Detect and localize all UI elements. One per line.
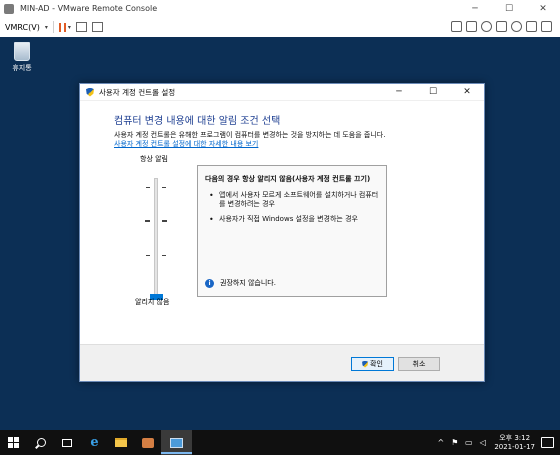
vmrc-maximize-button[interactable]: ☐ [492, 0, 526, 17]
vmrc-menu-button[interactable]: VMRC(V) ▾ [5, 23, 48, 32]
send-ctrl-alt-del-icon[interactable] [75, 22, 87, 32]
tray-overflow-chevron-icon[interactable]: ^ [436, 438, 445, 447]
panel-bullet-list: 앱에서 사용자 모르게 소프트웨어를 설치하거나 컴퓨터를 변경하려는 경우 사… [205, 191, 381, 230]
slider-top-label: 항상 알림 [140, 155, 168, 163]
pause-dropdown-icon[interactable]: ▾ [68, 24, 71, 31]
uac-settings-dialog: 사용자 계정 컨트롤 설정 ─ ☐ ✕ 컴퓨터 변경 내용에 대한 알림 조건 … [79, 83, 485, 382]
uac-shield-icon [362, 360, 369, 368]
clock-date: 2021-01-17 [494, 442, 535, 451]
task-view-icon [61, 438, 72, 447]
windows-logo-icon [8, 443, 13, 448]
pause-icon[interactable] [58, 22, 66, 32]
control-panel-icon [170, 437, 183, 448]
clock-time: 오후 3:12 [499, 433, 531, 442]
start-button[interactable] [8, 437, 19, 448]
fullscreen-icon[interactable] [91, 22, 103, 32]
internet-explorer-icon: e [90, 435, 99, 450]
search-icon [37, 438, 46, 447]
windows-logo-icon [14, 437, 19, 442]
windows-logo-icon [14, 443, 19, 448]
display-device-icon[interactable] [526, 21, 537, 32]
vmrc-titlebar: MIN-AD - VMware Remote Console ─ ☐ ✕ [0, 0, 560, 18]
cancel-button[interactable]: 취소 [398, 357, 440, 371]
vmrc-menu-label: VMRC(V) [5, 22, 40, 32]
slider-tick [162, 187, 166, 188]
network-icon[interactable]: ▭ [464, 438, 473, 447]
vmrc-minimize-button[interactable]: ─ [458, 0, 492, 17]
network-device-icon[interactable] [511, 21, 522, 32]
taskbar-clock[interactable]: 오후 3:12 2021-01-17 [494, 434, 535, 452]
vmrc-toolbar: VMRC(V) ▾ ▾ [0, 17, 560, 38]
active-task-indicator [161, 452, 192, 454]
panel-heading: 다음의 경우 항상 알리지 않음(사용자 계정 컨트롤 끄기) [205, 175, 371, 183]
folder-icon [114, 438, 127, 447]
recommendation-row: i 권장하지 않습니다. [205, 278, 276, 288]
connect-device-icon[interactable] [541, 21, 552, 32]
usb-device-icon[interactable] [496, 21, 507, 32]
notification-slider[interactable]: 항상 알림 알리지 않음 [114, 154, 204, 324]
cdrom-device-icon[interactable] [451, 21, 462, 32]
dialog-title: 사용자 계정 컨트롤 설정 [99, 87, 176, 97]
clock-device-icon[interactable] [481, 21, 492, 32]
uac-shield-icon [86, 87, 94, 97]
removable-device-icon[interactable] [466, 21, 477, 32]
dialog-close-button[interactable]: ✕ [450, 84, 484, 100]
ok-button-label: 확인 [370, 360, 383, 368]
file-explorer-button[interactable] [113, 435, 128, 450]
search-button[interactable] [34, 435, 49, 450]
server-manager-button[interactable] [140, 435, 155, 450]
uac-settings-task-button[interactable] [169, 435, 184, 450]
recommendation-text: 권장하지 않습니다. [220, 279, 276, 287]
recycle-bin-shortcut[interactable]: 휴지통 [5, 42, 39, 73]
dialog-titlebar: 사용자 계정 컨트롤 설정 ─ ☐ ✕ [80, 84, 484, 101]
server-manager-icon [141, 437, 154, 448]
list-item: 앱에서 사용자 모르게 소프트웨어를 설치하거나 컴퓨터를 변경하려는 경우 [205, 191, 381, 209]
taskbar: e ^ ⚑ ▭ ◁ 오후 3:12 2021-01-17 [0, 430, 560, 455]
info-icon: i [205, 278, 214, 288]
uac-help-link[interactable]: 사용자 계정 컨트롤 설정에 대한 자세한 내용 보기 [114, 139, 258, 149]
dialog-maximize-button[interactable]: ☐ [416, 84, 450, 100]
slider-tick [162, 220, 167, 222]
windows-logo-icon [8, 437, 13, 442]
dialog-footer: 확인 취소 [80, 344, 484, 381]
recycle-bin-label: 휴지통 [12, 64, 32, 72]
list-item: 사용자가 직접 Windows 설정을 변경하는 경우 [205, 215, 381, 224]
vmrc-window-title: MIN-AD - VMware Remote Console [20, 4, 158, 13]
remote-desktop: 휴지통 사용자 계정 컨트롤 설정 ─ ☐ ✕ 컴퓨터 변경 내용에 대한 알림… [0, 37, 560, 430]
internet-explorer-button[interactable]: e [87, 435, 102, 450]
slider-track[interactable] [154, 178, 158, 296]
slider-tick [162, 255, 166, 256]
vmware-app-icon [4, 3, 14, 14]
slider-tick [146, 255, 150, 256]
slider-tick [146, 187, 150, 188]
recycle-bin-icon [14, 42, 30, 61]
system-tray: ^ ⚑ ▭ ◁ 오후 3:12 2021-01-17 [436, 430, 560, 455]
action-center-flag-icon[interactable]: ⚑ [450, 438, 459, 447]
dialog-heading: 컴퓨터 변경 내용에 대한 알림 조건 선택 [114, 116, 281, 127]
slider-bottom-label: 알리지 않음 [135, 298, 170, 306]
ok-button[interactable]: 확인 [351, 357, 394, 371]
task-view-button[interactable] [59, 435, 74, 450]
vmrc-close-button[interactable]: ✕ [526, 0, 560, 17]
slider-tick [145, 220, 150, 222]
notification-center-icon[interactable] [541, 437, 554, 448]
volume-icon[interactable]: ◁ [478, 438, 487, 447]
setting-description-panel: 다음의 경우 항상 알리지 않음(사용자 계정 컨트롤 끄기) 앱에서 사용자 … [197, 165, 387, 297]
dialog-minimize-button[interactable]: ─ [382, 84, 416, 100]
toolbar-divider [52, 21, 54, 33]
chevron-down-icon: ▾ [44, 23, 48, 31]
